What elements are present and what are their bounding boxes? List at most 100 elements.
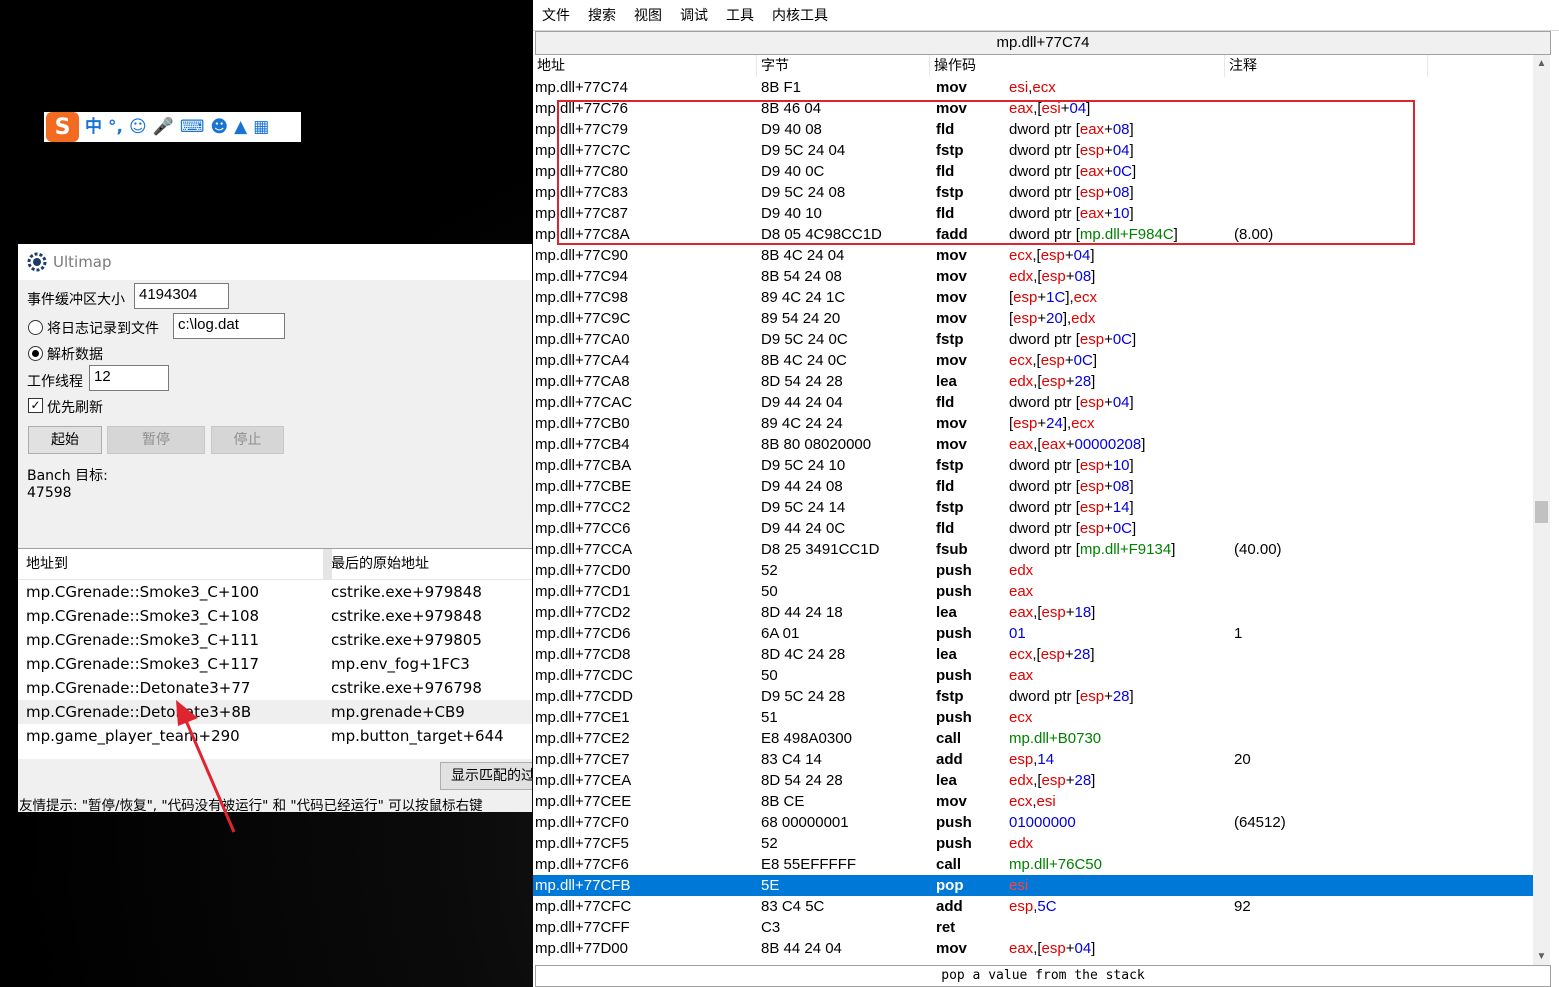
disassembly-row[interactable]: mp.dll+77C8A D8 05 4C98CC1D fadd dword ptr …: [533, 224, 1533, 245]
pause-button[interactable]: 暂停: [107, 426, 205, 454]
disassembly-row[interactable]: mp.dll+77C80 D9 40 0C fld dword ptr [eax+0C…: [533, 161, 1533, 182]
disassembly-row[interactable]: mp.dll+77CD0 52 push edx: [533, 560, 1533, 581]
operand-token: ]: [1129, 142, 1134, 159]
disassembly-row[interactable]: mp.dll+77CD8 8D 4C 24 28 lea ecx,[esp+28]: [533, 644, 1533, 665]
list-item[interactable]: mp.CGrenade::Smoke3_C+100 cstrike.exe+97…: [18, 580, 532, 604]
buffer-size-input[interactable]: 4194304: [134, 283, 229, 309]
disassembly-row[interactable]: mp.dll+77CEE 8B CE mov ecx,esi: [533, 791, 1533, 812]
operand-token: eax: [1079, 205, 1105, 222]
scroll-up-icon[interactable]: ▲: [1533, 55, 1550, 72]
address-bar[interactable]: mp.dll+77C74: [535, 31, 1551, 55]
show-matching-button[interactable]: 显示匹配的过: [440, 762, 532, 790]
list-item[interactable]: mp.CGrenade::Smoke3_C+108 cstrike.exe+97…: [18, 604, 532, 628]
menu-tools[interactable]: 工具: [726, 5, 754, 25]
row-mnemonic: fld: [936, 121, 955, 138]
ultimap-results-list[interactable]: 地址到 最后的原始地址 mp.CGrenade::Smoke3_C+100 cs…: [18, 548, 532, 759]
microphone-icon[interactable]: 🎤: [153, 117, 174, 137]
scroll-thumb[interactable]: [1535, 501, 1548, 523]
disassembly-row[interactable]: mp.dll+77CE1 51 push ecx: [533, 707, 1533, 728]
disassembly-row[interactable]: mp.dll+77C79 D9 40 08 fld dword ptr [eax+08…: [533, 119, 1533, 140]
emoji-icon[interactable]: ☺: [129, 117, 147, 137]
disassembly-row[interactable]: mp.dll+77CDD D9 5C 24 28 fstp dword ptr [es…: [533, 686, 1533, 707]
disassembly-row[interactable]: mp.dll+77CDC 50 push eax: [533, 665, 1533, 686]
row-address: mp.dll+77C90: [535, 247, 628, 264]
list-item-original-address: mp.button_target+644: [331, 727, 504, 745]
disassembly-row[interactable]: mp.dll+77CD6 6A 01 push 01 1: [533, 623, 1533, 644]
disassembly-row[interactable]: mp.dll+77CC6 D9 44 24 0C fld dword ptr [esp…: [533, 518, 1533, 539]
menu-file[interactable]: 文件: [542, 5, 570, 25]
disassembly-row[interactable]: mp.dll+77CAC D9 44 24 04 fld dword ptr [esp…: [533, 392, 1533, 413]
col-opcode[interactable]: 操作码: [930, 55, 1225, 77]
sogou-logo-icon[interactable]: S: [46, 112, 79, 142]
col-last-original-address[interactable]: 最后的原始地址: [323, 549, 429, 579]
disassembly-row[interactable]: mp.dll+77C76 8B 46 04 mov eax,[esi+04]: [533, 98, 1533, 119]
col-address-to[interactable]: 地址到: [18, 549, 323, 579]
disassembly-row[interactable]: mp.dll+77CA4 8B 4C 24 0C mov ecx,[esp+0C]: [533, 350, 1533, 371]
col-address[interactable]: 地址: [533, 55, 757, 77]
disassembly-row[interactable]: mp.dll+77C87 D9 40 10 fld dword ptr [eax+10…: [533, 203, 1533, 224]
disassembly-row[interactable]: mp.dll+77CF6 E8 55EFFFFF call mp.dll+76C50: [533, 854, 1533, 875]
operand-token: +: [1104, 163, 1113, 180]
scroll-down-icon[interactable]: ▼: [1533, 948, 1550, 965]
worker-threads-input[interactable]: 12: [89, 365, 169, 391]
menu-kernel-tools[interactable]: 内核工具: [772, 5, 828, 25]
priority-refresh-checkbox[interactable]: ✓: [28, 398, 43, 413]
list-item[interactable]: mp.CGrenade::Detonate3+77 cstrike.exe+97…: [18, 676, 532, 700]
vertical-scrollbar[interactable]: ▲ ▼: [1533, 55, 1550, 965]
punctuation-icon[interactable]: °,: [108, 117, 123, 137]
disassembly-row[interactable]: mp.dll+77CE7 83 C4 14 add esp,14 20: [533, 749, 1533, 770]
disassembly-row[interactable]: mp.dll+77C94 8B 54 24 08 mov edx,[esp+08]: [533, 266, 1533, 287]
col-bytes[interactable]: 字节: [757, 55, 930, 77]
disassembly-row[interactable]: mp.dll+77CFC 83 C4 5C add esp,5C 92: [533, 896, 1533, 917]
disassembly-row[interactable]: mp.dll+77C7C D9 5C 24 04 fstp dword ptr [es…: [533, 140, 1533, 161]
stop-button[interactable]: 停止: [211, 426, 284, 454]
log-path-input[interactable]: c:\log.dat: [173, 313, 285, 339]
apps-grid-icon[interactable]: ▦: [253, 117, 269, 137]
disassembly-row[interactable]: mp.dll+77CEA 8D 54 24 28 lea edx,[esp+28]: [533, 770, 1533, 791]
disassembly-row[interactable]: mp.dll+77CD1 50 push eax: [533, 581, 1533, 602]
disassembly-row[interactable]: mp.dll+77C98 89 4C 24 1C mov [esp+1C],ecx: [533, 287, 1533, 308]
list-item[interactable]: mp.CGrenade::Smoke3_C+111 cstrike.exe+97…: [18, 628, 532, 652]
disassembly-row[interactable]: mp.dll+77CF0 68 00000001 push 01000000 (6451…: [533, 812, 1533, 833]
parse-data-radio[interactable]: [28, 346, 43, 361]
disassembly-row[interactable]: mp.dll+77CA8 8D 54 24 28 lea edx,[esp+28]: [533, 371, 1533, 392]
disassembly-row-selected[interactable]: mp.dll+77CFB 5E pop esi: [533, 875, 1533, 896]
operand-token: +: [1104, 688, 1113, 705]
start-button[interactable]: 起始: [28, 426, 102, 454]
disassembly-row[interactable]: mp.dll+77C90 8B 4C 24 04 mov ecx,[esp+04]: [533, 245, 1533, 266]
disassembly-row[interactable]: mp.dll+77CCA D8 25 3491CC1D fsub dword ptr …: [533, 539, 1533, 560]
disassembly-row[interactable]: mp.dll+77CFF C3 ret: [533, 917, 1533, 938]
list-item[interactable]: mp.game_player_team+290 mp.button_target…: [18, 724, 532, 748]
disassembly-row[interactable]: mp.dll+77CC2 D9 5C 24 14 fstp dword ptr [es…: [533, 497, 1533, 518]
disassembly-row[interactable]: mp.dll+77C9C 89 54 24 20 mov [esp+20],edx: [533, 308, 1533, 329]
disassembly-row[interactable]: mp.dll+77CBA D9 5C 24 10 fstp dword ptr [es…: [533, 455, 1533, 476]
row-mnemonic: fld: [936, 394, 955, 411]
skin-shirt-icon[interactable]: ▲: [234, 117, 247, 137]
menu-search[interactable]: 搜索: [588, 5, 616, 25]
user-settings-icon[interactable]: ☻: [210, 117, 228, 137]
chinese-mode-icon[interactable]: 中: [85, 117, 102, 137]
keyboard-icon[interactable]: ⌨: [180, 117, 205, 137]
menu-debug[interactable]: 调试: [680, 5, 708, 25]
menu-view[interactable]: 视图: [634, 5, 662, 25]
disassembly-row[interactable]: mp.dll+77CA0 D9 5C 24 0C fstp dword ptr [es…: [533, 329, 1533, 350]
ultimap-titlebar[interactable]: Ultimap: [18, 244, 532, 280]
operand-token: esp: [1040, 247, 1065, 264]
disassembly-row[interactable]: mp.dll+77D00 8B 44 24 04 mov eax,[esp+04]: [533, 938, 1533, 959]
col-comment[interactable]: 注释: [1225, 55, 1428, 77]
disassembly-list[interactable]: mp.dll+77C74 8B F1 mov esi,ecx mp.dll+77C76 8…: [533, 77, 1533, 959]
log-to-file-radio[interactable]: [28, 320, 43, 335]
disassembly-row[interactable]: mp.dll+77CB4 8B 80 08020000 mov eax,[eax+00…: [533, 434, 1533, 455]
list-item[interactable]: mp.CGrenade::Detonate3+8B mp.grenade+CB9: [18, 700, 532, 724]
row-mnemonic: fadd: [936, 226, 968, 243]
disassembly-row[interactable]: mp.dll+77CF5 52 push edx: [533, 833, 1533, 854]
ime-toolbar[interactable]: S 中 °, ☺ 🎤 ⌨ ☻ ▲ ▦: [44, 112, 301, 142]
disassembly-row[interactable]: mp.dll+77CD2 8D 44 24 18 lea eax,[esp+18]: [533, 602, 1533, 623]
disassembly-row[interactable]: mp.dll+77C83 D9 5C 24 08 fstp dword ptr [es…: [533, 182, 1533, 203]
operand-token: 5C: [1037, 898, 1057, 915]
disassembly-row[interactable]: mp.dll+77CB0 89 4C 24 24 mov [esp+24],ecx: [533, 413, 1533, 434]
disassembly-row[interactable]: mp.dll+77CBE D9 44 24 08 fld dword ptr [esp…: [533, 476, 1533, 497]
disassembly-row[interactable]: mp.dll+77C74 8B F1 mov esi,ecx: [533, 77, 1533, 98]
list-item[interactable]: mp.CGrenade::Smoke3_C+117 mp.env_fog+1FC…: [18, 652, 532, 676]
disassembly-row[interactable]: mp.dll+77CE2 E8 498A0300 call mp.dll+B0730: [533, 728, 1533, 749]
